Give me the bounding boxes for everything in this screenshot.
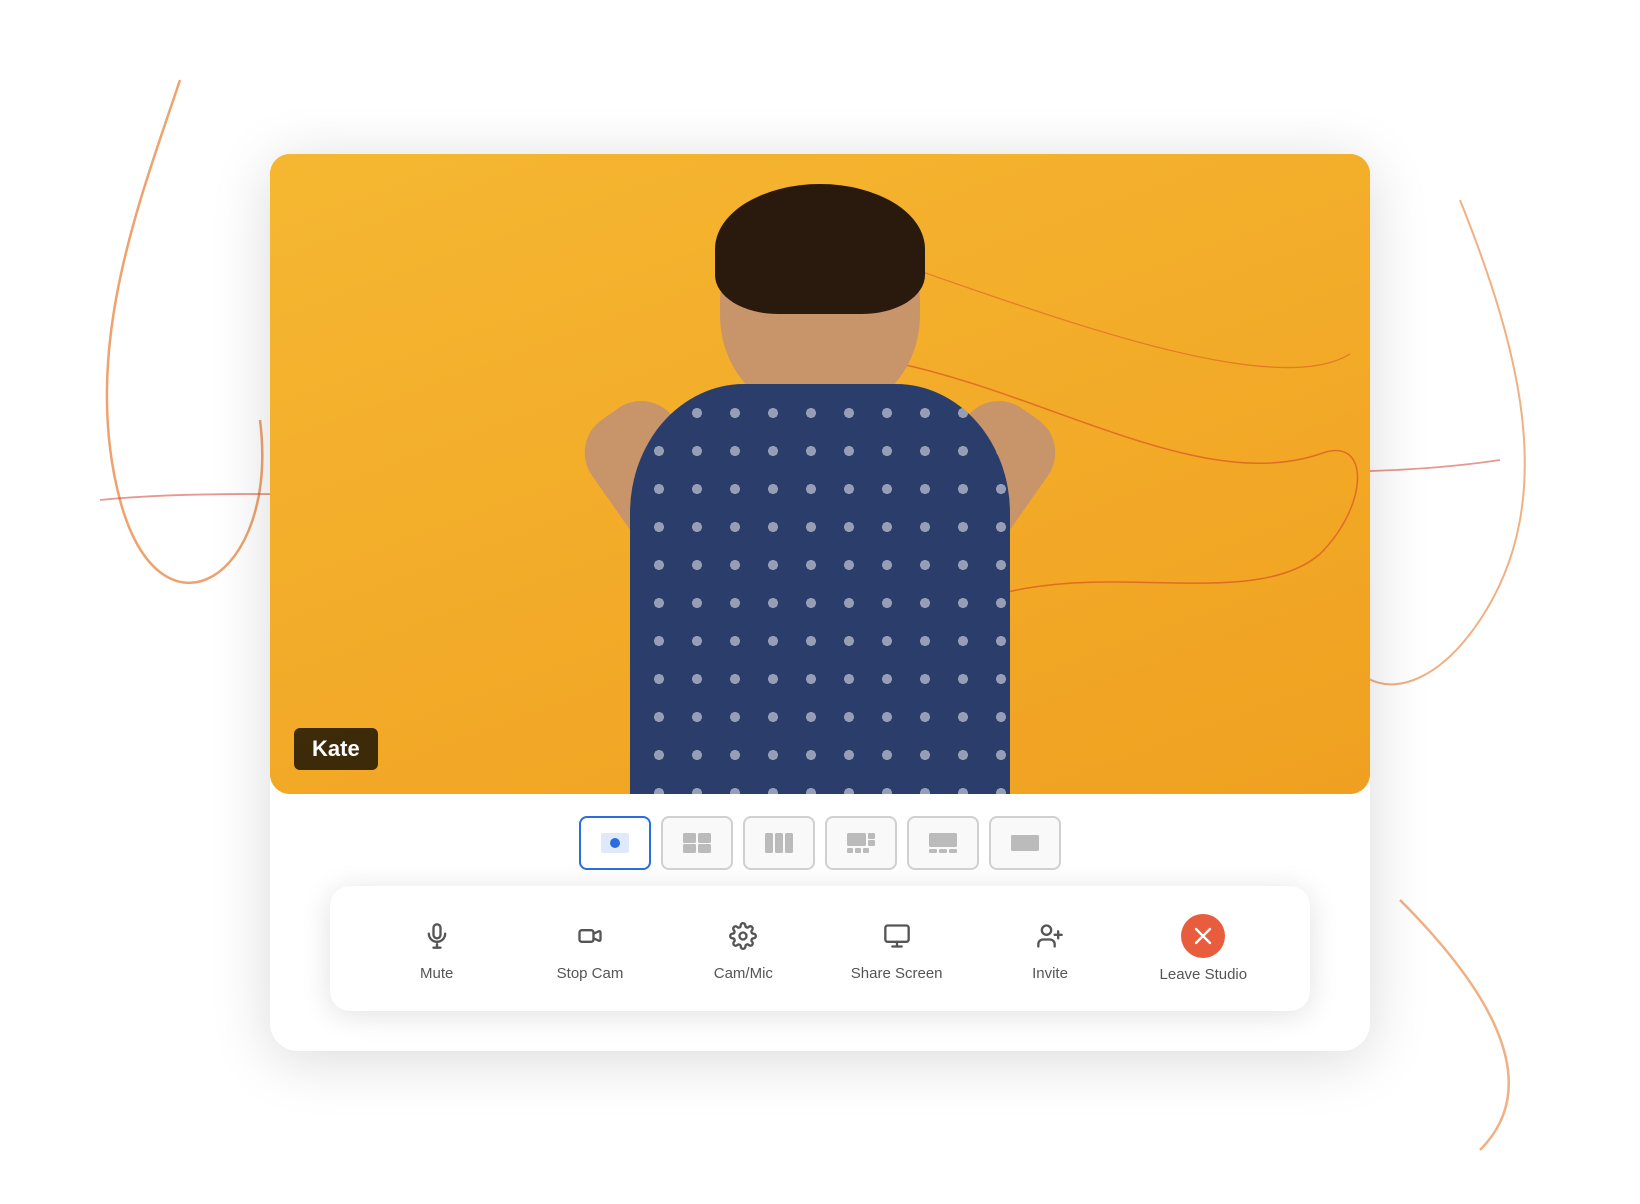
settings-icon <box>729 922 757 950</box>
layout-grid4-button[interactable] <box>825 816 897 870</box>
layout-selector <box>270 794 1370 886</box>
participant-name-badge: Kate <box>294 728 378 770</box>
leave-studio-label: Leave Studio <box>1160 966 1248 983</box>
stop-cam-icon-wrap <box>569 915 611 957</box>
invite-icon-wrap <box>1029 915 1071 957</box>
close-icon <box>1189 922 1217 950</box>
mute-icon-wrap <box>416 915 458 957</box>
stop-cam-button[interactable]: Stop Cam <box>513 907 666 990</box>
share-screen-label: Share Screen <box>851 965 943 982</box>
layout-grid2-button[interactable] <box>661 816 733 870</box>
hair <box>715 184 925 314</box>
layout-grid3-button[interactable] <box>743 816 815 870</box>
share-screen-button[interactable]: Share Screen <box>820 907 973 990</box>
video-feed: Kate <box>270 154 1370 794</box>
cam-mic-label: Cam/Mic <box>714 965 773 982</box>
mic-icon <box>423 922 451 950</box>
body <box>630 384 1010 794</box>
person-figure <box>530 194 1110 794</box>
layout-single-button[interactable] <box>579 816 651 870</box>
cam-mic-button[interactable]: Cam/Mic <box>667 907 820 990</box>
add-person-icon <box>1036 922 1064 950</box>
camera-icon <box>576 922 604 950</box>
invite-button[interactable]: Invite <box>973 907 1126 990</box>
layout-strip-button[interactable] <box>907 816 979 870</box>
video-card: Kate <box>270 154 1370 1051</box>
monitor-icon <box>883 922 911 950</box>
cam-mic-icon-wrap <box>722 915 764 957</box>
layout-minimal-button[interactable] <box>989 816 1061 870</box>
invite-label: Invite <box>1032 965 1068 982</box>
video-background <box>270 154 1370 794</box>
toolbar: Mute Stop Cam Cam/Mic <box>330 886 1310 1011</box>
leave-studio-icon-wrap <box>1181 914 1225 958</box>
mute-label: Mute <box>420 965 453 982</box>
share-screen-icon-wrap <box>876 915 918 957</box>
mute-button[interactable]: Mute <box>360 907 513 990</box>
stop-cam-label: Stop Cam <box>557 965 624 982</box>
leave-studio-button[interactable]: Leave Studio <box>1127 906 1280 991</box>
